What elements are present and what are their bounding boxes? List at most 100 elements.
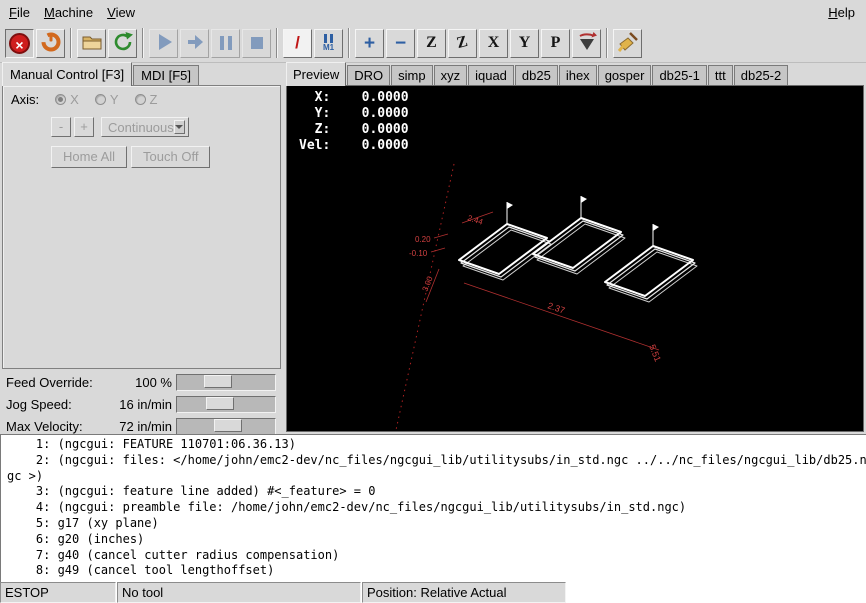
step-button[interactable] [180, 29, 209, 58]
view-rotated-top-icon: Z [455, 33, 470, 53]
dim-label: 0.20 [415, 235, 431, 244]
feed-override-row: Feed Override: 100 % [6, 372, 280, 392]
homing-controls: Home All Touch Off [51, 146, 210, 168]
feed-override-value: 100 % [108, 375, 172, 390]
tab-db25-2[interactable]: db25-2 [734, 65, 788, 85]
stop-button[interactable] [242, 29, 271, 58]
clear-plot-icon [616, 30, 640, 57]
view-front-button[interactable]: Y [510, 29, 539, 58]
manual-control-frame: Axis: X Y Z - + Continuous [2, 85, 281, 369]
jog-controls: - + Continuous [51, 117, 189, 137]
max-velocity-value: 72 in/min [108, 419, 172, 434]
tab-db25-1[interactable]: db25-1 [652, 65, 706, 85]
zoom-in-button[interactable]: + [355, 29, 384, 58]
jog-minus-button[interactable]: - [51, 117, 71, 137]
tab-manual-control[interactable]: Manual Control [F3] [2, 62, 132, 86]
home-all-button[interactable]: Home All [51, 146, 127, 168]
chevron-down-icon [174, 120, 185, 134]
axis-z-radio[interactable]: Z [135, 92, 158, 107]
dim-label: 5.51 [647, 343, 663, 363]
manual-control-panel: Manual Control [F3] MDI [F5] Axis: X Y Z [0, 62, 284, 434]
view-perspective-icon: P [551, 34, 561, 52]
jog-mode-dropdown[interactable]: Continuous [101, 117, 189, 137]
tab-preview[interactable]: Preview [286, 62, 346, 86]
tab-ttt[interactable]: ttt [708, 65, 733, 85]
touch-off-button[interactable]: Touch Off [131, 146, 210, 168]
tab-simp[interactable]: simp [391, 65, 432, 85]
tab-db25[interactable]: db25 [515, 65, 558, 85]
axis-x-radio[interactable]: X [55, 92, 79, 107]
axis-label: Axis: [11, 92, 39, 107]
rotate-view-button[interactable] [572, 29, 601, 58]
view-top-icon: Z [426, 34, 437, 52]
tab-gosper[interactable]: gosper [598, 65, 652, 85]
feed-override-slider[interactable] [176, 374, 276, 391]
axis-y-label: Y [110, 92, 119, 107]
radio-circle [55, 94, 66, 105]
slider-handle[interactable] [214, 419, 242, 432]
zoom-out-icon: − [395, 34, 406, 53]
menubar: File Machine View Help [0, 0, 866, 25]
slider-handle[interactable] [206, 397, 234, 410]
skip-lines-icon: / [295, 33, 300, 53]
run-button[interactable] [149, 29, 178, 58]
status-position-mode: Position: Relative Actual [362, 582, 566, 603]
max-velocity-slider[interactable] [176, 418, 276, 435]
view-side-icon: X [488, 34, 500, 52]
menu-machine[interactable]: Machine [37, 3, 100, 22]
optional-pause-toggle[interactable]: M1 [314, 29, 343, 58]
pause-button[interactable] [211, 29, 240, 58]
estop-icon: × [9, 33, 30, 54]
run-icon [153, 31, 175, 56]
jog-plus-button[interactable]: + [74, 117, 94, 137]
menu-view[interactable]: View [100, 3, 142, 22]
reload-icon [111, 30, 135, 57]
dro-readout: X: 0.0000 Y: 0.0000 Z: 0.0000 Vel: 0.000… [299, 90, 409, 154]
axis-y-radio[interactable]: Y [95, 92, 119, 107]
status-tool: No tool [117, 582, 361, 603]
zoom-out-button[interactable]: − [386, 29, 415, 58]
machine-power-button[interactable] [36, 29, 65, 58]
tab-xyz[interactable]: xyz [434, 65, 468, 85]
dim-label: 3.00 [421, 274, 435, 292]
jog-mode-value: Continuous [108, 120, 174, 135]
step-icon [184, 31, 206, 56]
axis-z-label: Z [150, 92, 158, 107]
tab-mdi[interactable]: MDI [F5] [133, 65, 199, 85]
preview-canvas[interactable]: 0.20 -0.10 3.00 2.44 2.37 5.51 X: 0.0000… [286, 85, 864, 432]
open-file-button[interactable] [77, 29, 106, 58]
jog-speed-slider[interactable] [176, 396, 276, 413]
machine-power-icon [40, 31, 62, 56]
reload-button[interactable] [108, 29, 137, 58]
toolbar-separator [606, 28, 608, 58]
view-side-button[interactable]: X [479, 29, 508, 58]
toolbar-separator [276, 28, 278, 58]
view-front-icon: Y [519, 34, 531, 52]
clear-plot-button[interactable] [613, 29, 642, 58]
gcode-listing[interactable]: 1: (ngcgui: FEATURE 110701:06.36.13) 2: … [0, 434, 866, 582]
pause-icon [220, 36, 232, 50]
axis-selector: Axis: X Y Z [11, 92, 157, 107]
skip-lines-toggle[interactable]: / [283, 29, 312, 58]
view-top-button[interactable]: Z [417, 29, 446, 58]
view-rotated-top-button[interactable]: Z [448, 29, 477, 58]
max-velocity-label: Max Velocity: [6, 419, 106, 434]
slider-handle[interactable] [204, 375, 232, 388]
axis-window: File Machine View Help × [0, 0, 866, 603]
tab-dro[interactable]: DRO [347, 65, 390, 85]
status-machine-state: ESTOP [0, 582, 116, 603]
jog-speed-value: 16 in/min [108, 397, 172, 412]
axis-x-label: X [70, 92, 79, 107]
right-tabbar: Preview DRO simp xyz iquad db25 ihex gos… [286, 62, 789, 85]
dim-label: -0.10 [409, 249, 428, 258]
radio-circle [135, 94, 146, 105]
estop-button[interactable]: × [5, 29, 34, 58]
zoom-in-icon: + [364, 34, 375, 53]
menu-help[interactable]: Help [821, 3, 862, 22]
tab-ihex[interactable]: ihex [559, 65, 597, 85]
tab-iquad[interactable]: iquad [468, 65, 514, 85]
toolbar-separator [70, 28, 72, 58]
menu-file[interactable]: File [2, 3, 37, 22]
view-perspective-button[interactable]: P [541, 29, 570, 58]
max-velocity-row: Max Velocity: 72 in/min [6, 416, 280, 436]
